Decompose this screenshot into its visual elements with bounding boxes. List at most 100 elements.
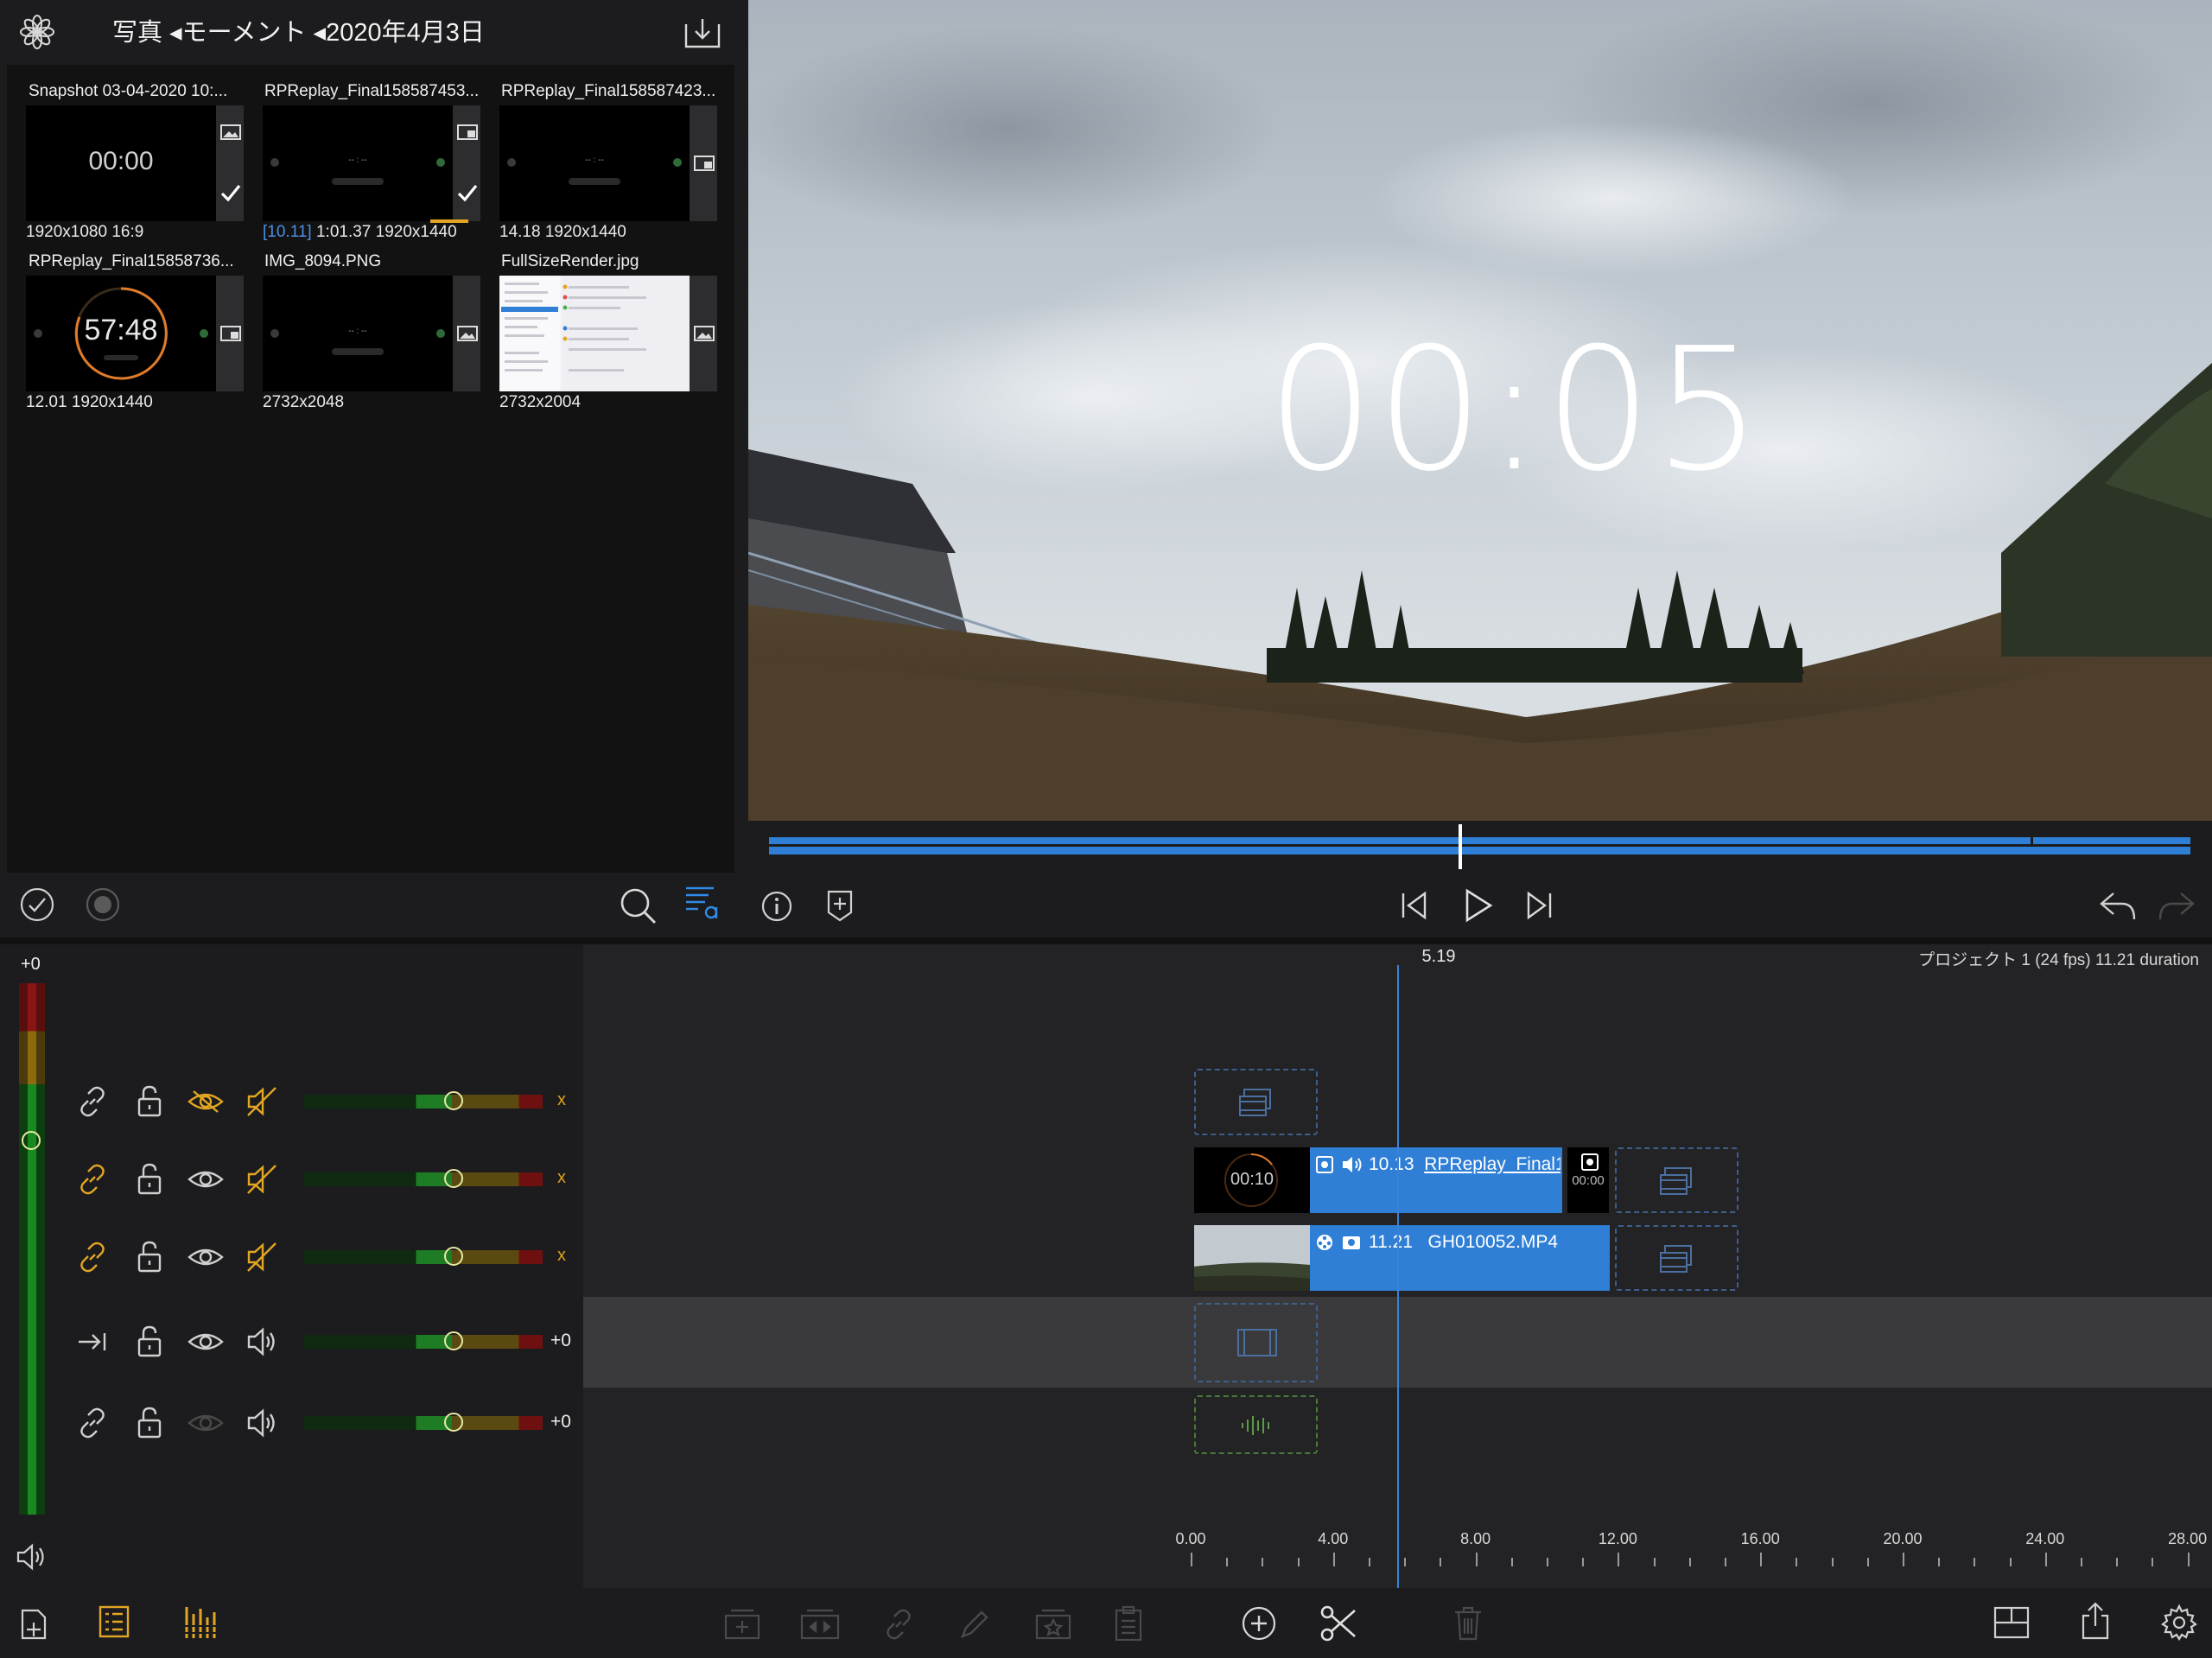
link-icon[interactable] bbox=[75, 1084, 110, 1119]
primary-track-icon[interactable] bbox=[75, 1324, 110, 1359]
link-icon[interactable] bbox=[75, 1240, 110, 1274]
volume-slider[interactable] bbox=[304, 1416, 543, 1430]
volume-slider[interactable] bbox=[304, 1335, 543, 1349]
add-marker-icon[interactable] bbox=[824, 888, 855, 923]
tile-sidebar bbox=[690, 105, 717, 221]
lock-icon[interactable] bbox=[135, 1406, 164, 1440]
volume-knob[interactable] bbox=[444, 1413, 463, 1432]
ruler-tick bbox=[2152, 1558, 2154, 1566]
volume-knob[interactable] bbox=[444, 1091, 463, 1110]
empty-clip-slot[interactable] bbox=[1194, 1069, 1318, 1135]
audio-meters-icon[interactable] bbox=[181, 1604, 219, 1640]
volume-knob[interactable] bbox=[444, 1169, 463, 1188]
volume-slider[interactable] bbox=[304, 1250, 543, 1264]
timeline[interactable]: 5.19 プロジェクト 1 (24 fps) 11.21 duration 00… bbox=[583, 944, 2212, 1588]
transport-bar bbox=[748, 873, 2212, 937]
skip-back-icon[interactable] bbox=[1396, 888, 1431, 923]
empty-clip-slot[interactable] bbox=[1615, 1147, 1738, 1213]
undo-icon[interactable] bbox=[2098, 890, 2138, 923]
tile-title: RPReplay_Final158587453... bbox=[264, 82, 480, 100]
lock-icon[interactable] bbox=[135, 1162, 164, 1197]
clip-thumb-timecode: 00:00 bbox=[1572, 1173, 1605, 1188]
media-thumbnail[interactable]: 57:48 bbox=[26, 276, 216, 391]
track-row: x bbox=[0, 1081, 583, 1122]
ruler-label: 8.00 bbox=[1460, 1530, 1491, 1547]
ruler-tick bbox=[2187, 1553, 2190, 1566]
lock-icon[interactable] bbox=[135, 1324, 164, 1359]
clip-thumb-preview bbox=[1194, 1225, 1310, 1291]
split-scissors-icon[interactable] bbox=[1319, 1604, 1358, 1643]
speaker-icon[interactable] bbox=[245, 1406, 279, 1440]
empty-audio-slot[interactable] bbox=[1194, 1395, 1318, 1454]
record-icon[interactable] bbox=[85, 886, 121, 923]
skip-forward-icon[interactable] bbox=[1522, 888, 1557, 923]
link-icon[interactable] bbox=[75, 1162, 110, 1197]
speaker-icon[interactable] bbox=[245, 1324, 279, 1359]
mute-icon[interactable] bbox=[245, 1084, 279, 1119]
settings-gear-icon[interactable] bbox=[2160, 1604, 2198, 1642]
volume-knob[interactable] bbox=[444, 1247, 463, 1266]
scrubber-playhead[interactable] bbox=[1458, 824, 1462, 869]
ruler-label: 16.00 bbox=[1740, 1530, 1780, 1547]
media-thumbnail[interactable] bbox=[499, 276, 690, 391]
ruler-tick bbox=[1297, 1558, 1300, 1566]
volume-slider[interactable] bbox=[304, 1095, 543, 1109]
empty-clip-slot[interactable] bbox=[1615, 1225, 1738, 1291]
redo-icon[interactable] bbox=[2157, 890, 2196, 923]
select-check-icon[interactable] bbox=[19, 886, 55, 923]
track-list-icon[interactable] bbox=[97, 1604, 131, 1640]
volume-knob[interactable] bbox=[444, 1331, 463, 1350]
hide-icon[interactable] bbox=[187, 1084, 225, 1119]
master-volume-knob[interactable] bbox=[22, 1131, 41, 1150]
ruler-tick bbox=[1226, 1558, 1229, 1566]
screen-recording-preview: -- : -- bbox=[507, 156, 682, 185]
clip-thumbnail[interactable]: 00:10 bbox=[1194, 1147, 1310, 1213]
timeline-ruler[interactable]: 0.00 4.00 8.00 12.00 16.00 20.00 24.00 28.00 bbox=[583, 1521, 2212, 1588]
media-thumbnail[interactable]: -- : -- bbox=[499, 105, 690, 221]
ruler-tick bbox=[1440, 1558, 1442, 1566]
thumb-timecode: 00:00 bbox=[88, 147, 154, 175]
import-icon[interactable] bbox=[681, 16, 724, 50]
breadcrumb[interactable]: 写真 ◂モーメント ◂2020年4月3日 bbox=[112, 12, 631, 54]
add-icon[interactable] bbox=[1241, 1605, 1277, 1642]
track-row: +0 bbox=[0, 1402, 583, 1444]
eye-icon[interactable] bbox=[187, 1162, 225, 1197]
track-row: x bbox=[0, 1236, 583, 1278]
video-viewer[interactable]: 00:05 bbox=[748, 0, 2212, 821]
tile-sidebar bbox=[453, 276, 480, 391]
link-icon[interactable] bbox=[75, 1406, 110, 1440]
clip-still-small[interactable]: 00:00 bbox=[1567, 1147, 1609, 1213]
tile-title: RPReplay_Final15858736... bbox=[29, 252, 234, 270]
layout-icon[interactable] bbox=[1993, 1605, 2031, 1640]
lock-icon[interactable] bbox=[135, 1084, 164, 1119]
clip-label: 11.21 GH010052.MP4 bbox=[1369, 1232, 1559, 1252]
app-menu-icon[interactable] bbox=[19, 14, 55, 50]
media-thumbnail[interactable]: -- : -- bbox=[263, 276, 453, 391]
ruler-tick bbox=[1938, 1558, 1941, 1566]
panel-divider[interactable] bbox=[0, 937, 2212, 944]
mute-icon[interactable] bbox=[245, 1240, 279, 1274]
timeline-playhead[interactable] bbox=[1397, 965, 1399, 1588]
media-thumbnail[interactable]: -- : -- bbox=[263, 105, 453, 221]
clip-rpreplay[interactable]: 10.13 RPReplay_Final1585874532 bbox=[1310, 1147, 1562, 1213]
media-thumbnail[interactable]: 00:00 bbox=[26, 105, 216, 221]
clip-gh010052[interactable]: 11.21 GH010052.MP4 bbox=[1310, 1225, 1610, 1291]
lock-icon[interactable] bbox=[135, 1240, 164, 1274]
search-icon[interactable] bbox=[619, 886, 658, 926]
mute-icon[interactable] bbox=[245, 1162, 279, 1197]
eye-icon[interactable] bbox=[187, 1406, 225, 1440]
master-level-label: +0 bbox=[21, 955, 41, 974]
speaker-icon[interactable] bbox=[16, 1543, 47, 1571]
eye-icon[interactable] bbox=[187, 1240, 225, 1274]
share-icon[interactable] bbox=[2079, 1602, 2112, 1642]
eye-icon[interactable] bbox=[187, 1324, 225, 1359]
play-icon[interactable] bbox=[1460, 886, 1495, 924]
clip-thumbnail[interactable] bbox=[1194, 1225, 1310, 1291]
checkmark-icon bbox=[457, 184, 478, 202]
volume-slider[interactable] bbox=[304, 1172, 543, 1186]
empty-primary-slot[interactable] bbox=[1194, 1303, 1318, 1382]
add-media-icon[interactable] bbox=[16, 1605, 50, 1642]
ruler-tick bbox=[1510, 1558, 1513, 1566]
info-icon[interactable] bbox=[760, 890, 793, 923]
sort-icon[interactable] bbox=[683, 883, 722, 923]
